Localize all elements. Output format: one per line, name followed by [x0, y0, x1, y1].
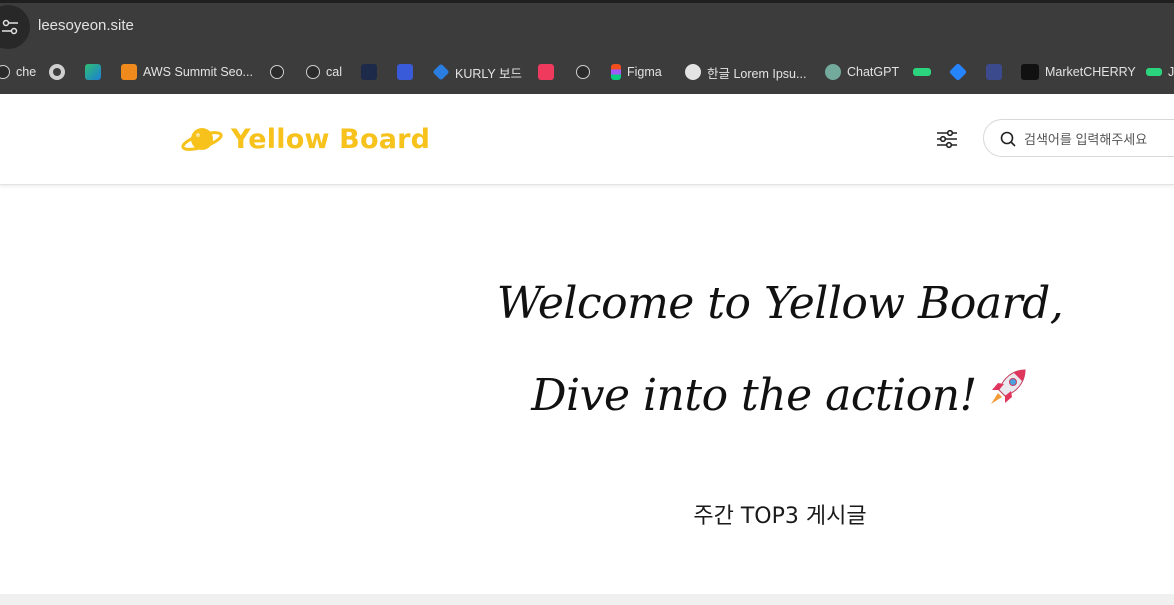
chart-icon: [986, 64, 1002, 80]
bookmark-chatgpt[interactable]: ChatGPT: [825, 63, 899, 81]
bookmark-notion[interactable]: [270, 63, 284, 81]
miro-icon: [1146, 68, 1162, 76]
search-box[interactable]: [983, 119, 1174, 157]
jira-icon: [432, 63, 450, 81]
bookmark-ja[interactable]: Ja: [1146, 63, 1174, 81]
bookmark-vivaldi[interactable]: [538, 63, 554, 81]
bookmark-miro[interactable]: [913, 63, 931, 81]
figma-icon: [611, 64, 621, 80]
bookmark-che[interactable]: che: [0, 63, 36, 81]
hero-line-2-text: Dive into the action!: [531, 370, 977, 421]
bookmark-bird[interactable]: [361, 63, 377, 81]
bookmark-label: 한글 Lorem Ipsu...: [707, 66, 807, 81]
rocket-icon: [987, 366, 1029, 419]
erd-icon: [1021, 64, 1039, 80]
planet-icon: [181, 128, 223, 151]
notion-icon: [0, 65, 10, 79]
notion-icon: [306, 65, 320, 79]
search-input[interactable]: [1022, 128, 1174, 150]
github-icon: [49, 64, 65, 80]
sliders-icon: [937, 129, 957, 149]
bookmark-label: ChatGPT: [847, 65, 900, 79]
app-icon: [397, 64, 413, 80]
site-settings-button[interactable]: [0, 5, 30, 49]
hero-line-2: Dive into the action!: [430, 369, 1130, 425]
wordpress-icon: [685, 64, 701, 80]
logo[interactable]: Yellow Board: [181, 122, 430, 156]
aws-icon: [121, 64, 137, 80]
bookmark-label: che: [16, 65, 37, 79]
bookmark-confluence[interactable]: [948, 62, 968, 82]
notion-icon: [270, 65, 284, 79]
content-divider: [0, 594, 1174, 605]
search-icon: [1000, 131, 1016, 147]
edge-icon: [85, 64, 101, 80]
bookmark-label: KURLY 보드: [455, 66, 523, 81]
bookmark-github[interactable]: [49, 63, 65, 81]
notion-icon: [576, 65, 590, 79]
url-text[interactable]: leesoyeon.site: [38, 17, 134, 34]
bookmark-aws-summit[interactable]: AWS Summit Seo...: [121, 63, 253, 81]
vivaldi-icon: [538, 64, 554, 80]
miro-icon: [913, 68, 931, 76]
bookmark-edge[interactable]: [85, 63, 101, 81]
bookmark-chart[interactable]: [986, 63, 1002, 81]
bookmark-lorem[interactable]: 한글 Lorem Ipsu...: [685, 63, 806, 81]
address-bar[interactable]: leesoyeon.site: [0, 3, 1174, 50]
bookmark-label: Ja: [1168, 65, 1174, 79]
hero-line-1: Welcome to Yellow Board,: [496, 278, 1064, 329]
tune-icon: [2, 19, 18, 35]
bookmark-label: Figma: [627, 65, 662, 79]
weekly-top3-title: 주간 TOP3 게시글: [693, 504, 867, 529]
logo-text: Yellow Board: [231, 123, 431, 155]
bookmarks-bar: che AWS Summit Seo... cal KURLY 보드 Figma…: [0, 50, 1174, 94]
bookmark-label: cal: [326, 65, 342, 79]
bookmark-label: MarketCHERRY: [1045, 65, 1136, 79]
bookmark-kurly[interactable]: KURLY 보드: [432, 63, 523, 81]
bookmark-label: AWS Summit Seo...: [143, 65, 253, 79]
bookmark-figma[interactable]: Figma: [611, 63, 662, 81]
bookmark-app[interactable]: [397, 63, 413, 81]
site-header: Yellow Board: [0, 94, 1174, 185]
filter-button[interactable]: [934, 127, 960, 151]
confluence-icon: [948, 62, 968, 82]
bookmark-notion-2[interactable]: [576, 63, 590, 81]
bookmark-cal[interactable]: cal: [306, 63, 342, 81]
bookmark-marketcherry[interactable]: MarketCHERRY: [1021, 63, 1136, 81]
chatgpt-icon: [825, 64, 841, 80]
bird-icon: [361, 64, 377, 80]
